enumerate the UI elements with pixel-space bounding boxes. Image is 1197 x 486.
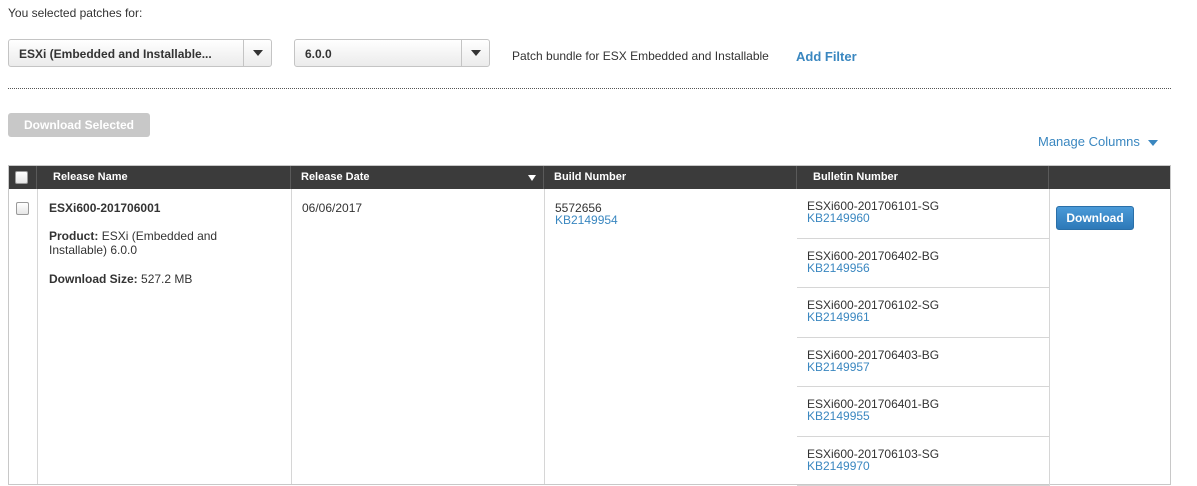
release-download-size: Download Size: 527.2 MB xyxy=(49,272,192,286)
selection-intro-text: You selected patches for: xyxy=(8,6,143,20)
column-header-action xyxy=(1049,166,1170,189)
product-select-toggle[interactable] xyxy=(243,40,271,66)
bundle-description: Patch bundle for ESX Embedded and Instal… xyxy=(512,49,769,63)
column-header-bulletin-number[interactable]: Bulletin Number xyxy=(797,166,1049,189)
version-select[interactable]: 6.0.0 xyxy=(294,39,490,67)
chevron-down-icon xyxy=(471,50,481,56)
bulletin-kb-link[interactable]: KB2149957 xyxy=(807,361,1049,373)
bulletin-list: ESXi600-201706101-SG KB2149960 ESXi600-2… xyxy=(797,189,1050,486)
download-size-value: 527.2 MB xyxy=(141,272,193,286)
bulletin-item: ESXi600-201706401-BG KB2149955 xyxy=(797,387,1050,437)
bulletin-item: ESXi600-201706403-BG KB2149957 xyxy=(797,337,1050,387)
product-select[interactable]: ESXi (Embedded and Installable... xyxy=(8,39,272,67)
bulletin-name: ESXi600-201706103-SG xyxy=(807,446,940,461)
chevron-down-icon xyxy=(253,50,263,56)
bulletin-kb-link[interactable]: KB2149961 xyxy=(807,311,1049,323)
product-label: Product: xyxy=(49,229,99,243)
row-select-checkbox[interactable] xyxy=(16,202,29,215)
bulletin-item: ESXi600-201706402-BG KB2149956 xyxy=(797,238,1050,288)
column-divider xyxy=(37,189,38,484)
build-kb-link[interactable]: KB2149954 xyxy=(555,213,618,227)
bulletin-item: ESXi600-201706101-SG KB2149960 xyxy=(797,189,1050,239)
manage-columns-label: Manage Columns xyxy=(1038,134,1140,149)
product-select-value: ESXi (Embedded and Installable... xyxy=(19,47,212,61)
release-date: 06/06/2017 xyxy=(302,201,363,215)
version-select-toggle[interactable] xyxy=(461,40,489,66)
bulletin-kb-link[interactable]: KB2149956 xyxy=(807,262,1049,274)
manage-columns-link[interactable]: Manage Columns xyxy=(1038,134,1158,149)
bulletin-kb-link[interactable]: KB2149960 xyxy=(807,212,1049,224)
bulletin-name: ESXi600-201706403-BG xyxy=(807,347,940,362)
select-all-checkbox[interactable] xyxy=(15,171,28,184)
add-filter-link[interactable]: Add Filter xyxy=(796,49,857,64)
release-product: Product: ESXi (Embedded and Installable)… xyxy=(49,229,269,257)
patch-table: Release Name Release Date Build Number B… xyxy=(8,165,1171,486)
bulletin-name: ESXi600-201706402-BG xyxy=(807,248,940,263)
chevron-down-icon xyxy=(1147,139,1158,146)
download-size-label: Download Size: xyxy=(49,272,138,286)
column-divider xyxy=(544,189,545,484)
bulletin-kb-link[interactable]: KB2149955 xyxy=(807,410,1049,422)
column-header-release-date-label: Release Date xyxy=(301,171,370,183)
sort-descending-icon xyxy=(528,175,536,181)
column-header-release-name[interactable]: Release Name xyxy=(37,166,291,189)
release-name: ESXi600-201706001 xyxy=(49,201,161,215)
bulletin-item: ESXi600-201706103-SG KB2149970 xyxy=(797,436,1050,486)
column-divider xyxy=(291,189,292,484)
download-selected-button[interactable]: Download Selected xyxy=(8,113,150,137)
table-header: Release Name Release Date Build Number B… xyxy=(9,166,1170,189)
bulletin-item: ESXi600-201706102-SG KB2149961 xyxy=(797,288,1050,338)
column-header-release-date[interactable]: Release Date xyxy=(291,166,544,189)
section-divider xyxy=(8,88,1171,89)
column-header-build-number[interactable]: Build Number xyxy=(544,166,797,189)
version-select-value: 6.0.0 xyxy=(305,47,332,61)
download-button[interactable]: Download xyxy=(1056,206,1134,230)
header-select-all-cell xyxy=(9,166,37,189)
bulletin-kb-link[interactable]: KB2149970 xyxy=(807,460,1049,472)
